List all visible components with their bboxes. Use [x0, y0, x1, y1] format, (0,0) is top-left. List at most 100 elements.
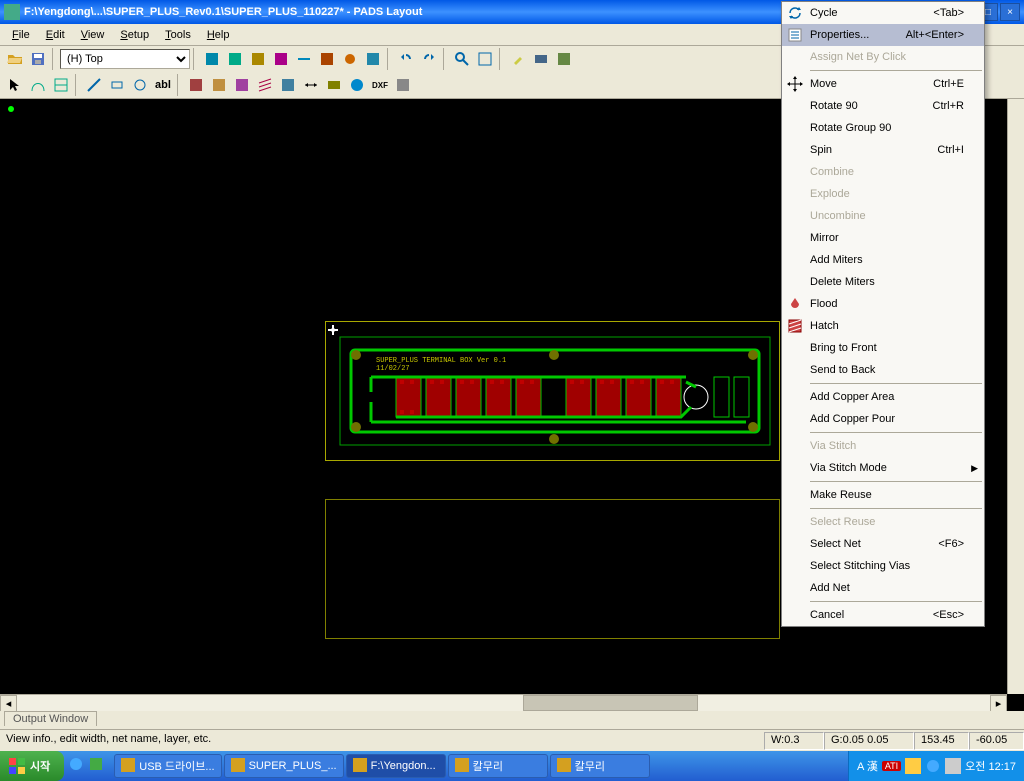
rect-button[interactable] — [106, 74, 128, 96]
tool-btn-4[interactable] — [270, 48, 292, 70]
tray-clock[interactable]: 오전 12:17 — [965, 758, 1016, 774]
ctx-spin[interactable]: SpinCtrl+I — [782, 139, 984, 161]
ctx-cycle[interactable]: Cycle<Tab> — [782, 2, 984, 24]
output-window-tab[interactable]: Output Window — [0, 711, 1024, 729]
scrollbar-vertical[interactable] — [1007, 99, 1024, 694]
zoomfit-button[interactable] — [474, 48, 496, 70]
cam-button[interactable] — [346, 74, 368, 96]
hatch-icon — [784, 316, 806, 336]
start-button[interactable]: 시작 — [0, 751, 64, 781]
decal-button[interactable] — [323, 74, 345, 96]
redo-button[interactable] — [418, 48, 440, 70]
output-button[interactable] — [530, 48, 552, 70]
menu-view[interactable]: View — [73, 27, 113, 43]
ctx-select-net[interactable]: Select Net<F6> — [782, 533, 984, 555]
ctx-send-to-back[interactable]: Send to Back — [782, 359, 984, 381]
tool-btn-2[interactable] — [224, 48, 246, 70]
ctx-bring-to-front[interactable]: Bring to Front — [782, 337, 984, 359]
selection-box[interactable]: SUPER_PLUS TERMINAL BOX Ver 0.1 11/02/27 — [325, 321, 780, 461]
ql-ie-icon[interactable] — [68, 756, 86, 776]
tool-btn-6[interactable] — [316, 48, 338, 70]
layer-select[interactable]: (H) Top — [60, 49, 190, 69]
draft-btn-2[interactable] — [27, 74, 49, 96]
menu-help[interactable]: Help — [199, 27, 238, 43]
ctx-make-reuse[interactable]: Make Reuse — [782, 484, 984, 506]
undo-button[interactable] — [395, 48, 417, 70]
task-label: USB 드라이브... — [139, 758, 214, 774]
hatch-button[interactable] — [254, 74, 276, 96]
task-label: 칼무리 — [575, 758, 605, 774]
tray-icon-1[interactable] — [905, 758, 921, 774]
ctx-hatch[interactable]: Hatch — [782, 315, 984, 337]
board-outline-2[interactable] — [325, 499, 780, 639]
ql-app-icon[interactable] — [88, 756, 106, 776]
circle-button[interactable] — [129, 74, 151, 96]
scroll-left-button[interactable]: ◂ — [0, 695, 17, 711]
ctx-move[interactable]: MoveCtrl+E — [782, 73, 984, 95]
ctx-select-stitching-vias[interactable]: Select Stitching Vias — [782, 555, 984, 577]
ctx-label: Rotate Group 90 — [806, 122, 964, 134]
flood-button[interactable] — [277, 74, 299, 96]
pick-marker-icon — [328, 325, 338, 335]
scroll-right-button[interactable]: ▸ — [990, 695, 1007, 711]
ctx-add-miters[interactable]: Add Miters — [782, 249, 984, 271]
keepout-button[interactable] — [231, 74, 253, 96]
ctx-label: Add Copper Pour — [806, 413, 964, 425]
draft-btn-3[interactable] — [50, 74, 72, 96]
text-button[interactable]: abl — [152, 74, 174, 96]
project-button[interactable] — [553, 48, 575, 70]
ctx-rotate-group-90[interactable]: Rotate Group 90 — [782, 117, 984, 139]
tool-btn-3[interactable] — [247, 48, 269, 70]
taskbar-task[interactable]: USB 드라이브... — [114, 754, 221, 778]
ctx-label: Spin — [806, 144, 937, 156]
menu-edit[interactable]: Edit — [38, 27, 73, 43]
menu-tools[interactable]: Tools — [157, 27, 199, 43]
tray-icon-3[interactable] — [945, 758, 961, 774]
taskbar-task[interactable]: 칼무리 — [448, 754, 548, 778]
status-grid: G:0.05 0.05 — [824, 732, 914, 750]
dim-button[interactable] — [300, 74, 322, 96]
misc-button[interactable] — [392, 74, 414, 96]
blank — [784, 184, 806, 204]
ati-icon[interactable]: ATI — [882, 761, 901, 771]
ctx-delete-miters[interactable]: Delete Miters — [782, 271, 984, 293]
copper-button[interactable] — [185, 74, 207, 96]
ctx-add-net[interactable]: Add Net — [782, 577, 984, 599]
ctx-rotate-90[interactable]: Rotate 90Ctrl+R — [782, 95, 984, 117]
line-button[interactable] — [83, 74, 105, 96]
task-icon — [353, 758, 367, 775]
dxf-button[interactable]: DXF — [369, 74, 391, 96]
taskbar-task[interactable]: SUPER_PLUS_... — [224, 754, 344, 778]
ctx-label: Uncombine — [806, 210, 964, 222]
taskbar-task[interactable]: 칼무리 — [550, 754, 650, 778]
tray-icon-2[interactable] — [925, 758, 941, 774]
select-button[interactable] — [4, 74, 26, 96]
save-button[interactable] — [27, 48, 49, 70]
system-tray[interactable]: A 漢 ATI 오전 12:17 — [848, 751, 1024, 781]
ctx-add-copper-pour[interactable]: Add Copper Pour — [782, 408, 984, 430]
highlight-button[interactable] — [507, 48, 529, 70]
menu-file[interactable]: File — [4, 27, 38, 43]
ctx-mirror[interactable]: Mirror — [782, 227, 984, 249]
ctx-add-copper-area[interactable]: Add Copper Area — [782, 386, 984, 408]
tool-btn-1[interactable] — [201, 48, 223, 70]
blank — [784, 556, 806, 576]
menu-setup[interactable]: Setup — [112, 27, 157, 43]
close-button[interactable]: × — [1000, 3, 1020, 21]
open-button[interactable] — [4, 48, 26, 70]
zoom-button[interactable] — [451, 48, 473, 70]
tool-btn-8[interactable] — [362, 48, 384, 70]
taskbar-task[interactable]: F:\Yengdon... — [346, 754, 446, 778]
ctx-via-stitch-mode[interactable]: Via Stitch Mode▶ — [782, 457, 984, 479]
scroll-thumb[interactable] — [523, 695, 698, 711]
tool-btn-5[interactable] — [293, 48, 315, 70]
cycle-icon — [784, 3, 806, 23]
ctx-cancel[interactable]: Cancel<Esc> — [782, 604, 984, 626]
ime-indicator[interactable]: A 漢 — [857, 758, 878, 774]
ctx-properties-[interactable]: Properties...Alt+<Enter> — [782, 24, 984, 46]
pour-button[interactable] — [208, 74, 230, 96]
tool-btn-7[interactable] — [339, 48, 361, 70]
ctx-label: Delete Miters — [806, 276, 964, 288]
scrollbar-horizontal[interactable]: ◂ ▸ — [0, 694, 1007, 711]
ctx-flood[interactable]: Flood — [782, 293, 984, 315]
